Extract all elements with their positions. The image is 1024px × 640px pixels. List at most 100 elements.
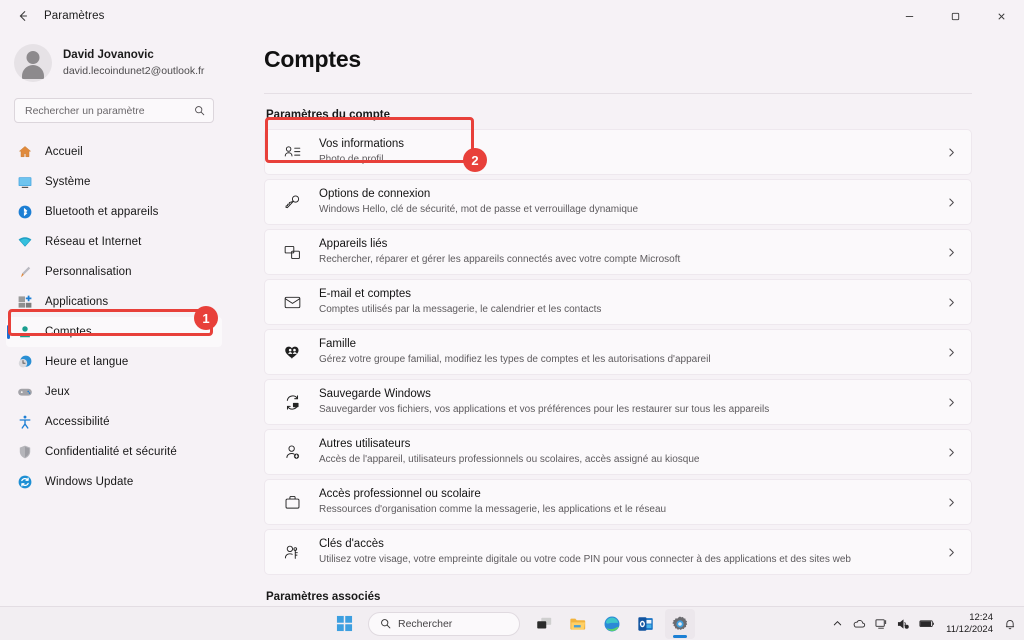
sidebar-item-applications[interactable]: Applications xyxy=(6,287,222,317)
sidebar-item-label: Jeux xyxy=(45,386,70,398)
row-text: Clés d'accès Utilisez votre visage, votr… xyxy=(319,537,946,566)
wifi-icon xyxy=(16,234,33,251)
envelope-icon xyxy=(281,291,303,313)
row-subtitle: Sauvegarder vos fichiers, vos applicatio… xyxy=(319,404,770,416)
sidebar-item-label: Bluetooth et appareils xyxy=(45,206,159,218)
chevron-right-icon xyxy=(946,147,957,158)
row-title: Appareils liés xyxy=(319,238,388,251)
section-title-account-settings: Paramètres du compte xyxy=(266,109,390,121)
settings-window: Paramètres David Jovanovic david.lecoind… xyxy=(0,0,1024,640)
maximize-button[interactable] xyxy=(932,0,978,32)
row-cles-dacces[interactable]: Clés d'accès Utilisez votre visage, votr… xyxy=(264,529,972,575)
cloud-icon[interactable] xyxy=(852,618,866,630)
bell-icon[interactable] xyxy=(1004,618,1016,630)
row-title: Vos informations xyxy=(319,138,405,151)
sidebar-item-windows-update[interactable]: Windows Update xyxy=(6,467,222,497)
taskbar-search[interactable]: Rechercher xyxy=(368,611,520,636)
task-view-icon[interactable] xyxy=(529,609,559,639)
row-acces-professionnel[interactable]: Accès professionnel ou scolaire Ressourc… xyxy=(264,479,972,525)
apps-icon xyxy=(16,294,33,311)
sidebar-item-label: Applications xyxy=(45,296,109,308)
search-container: Rechercher un paramètre xyxy=(0,88,228,129)
row-appareils-lies[interactable]: Appareils liés Rechercher, réparer et gé… xyxy=(264,229,972,275)
row-text: Accès professionnel ou scolaire Ressourc… xyxy=(319,487,946,516)
chevron-up-icon[interactable] xyxy=(832,618,843,629)
page-title: Comptes xyxy=(264,46,362,72)
start-icon[interactable] xyxy=(329,609,359,639)
clock-globe-icon xyxy=(16,354,33,371)
brush-icon xyxy=(16,264,33,281)
accessibility-icon xyxy=(16,414,33,431)
sidebar-item-label: Confidentialité et sécurité xyxy=(45,446,177,458)
row-autres-utilisateurs[interactable]: Autres utilisateurs Accès de l'appareil,… xyxy=(264,429,972,475)
sidebar-item-comptes[interactable]: Comptes xyxy=(6,317,222,347)
key-icon xyxy=(281,191,303,213)
outlook-icon[interactable] xyxy=(631,609,661,639)
row-famille[interactable]: Famille Gérez votre groupe familial, mod… xyxy=(264,329,972,375)
edge-browser-icon[interactable] xyxy=(597,609,627,639)
sidebar-item-confidentialite[interactable]: Confidentialité et sécurité xyxy=(6,437,222,467)
user-profile[interactable]: David Jovanovic david.lecoindunet2@outlo… xyxy=(0,38,228,88)
sidebar-item-systeme[interactable]: Système xyxy=(6,167,222,197)
row-options-de-connexion[interactable]: Options de connexion Windows Hello, clé … xyxy=(264,179,972,225)
gamepad-icon xyxy=(16,384,33,401)
profile-name: David Jovanovic xyxy=(63,49,154,62)
sidebar-item-label: Système xyxy=(45,176,91,188)
taskbar-search-label: Rechercher xyxy=(398,617,453,630)
settings-icon[interactable] xyxy=(665,608,695,639)
sidebar-item-label: Comptes xyxy=(45,326,92,338)
clock[interactable]: 12:24 11/12/2024 xyxy=(946,612,993,636)
briefcase-icon xyxy=(281,491,303,513)
user-avatar-icon xyxy=(14,44,52,82)
sidebar-item-label: Heure et langue xyxy=(45,356,129,368)
section-title-related: Paramètres associés xyxy=(266,591,381,603)
sidebar-item-accueil[interactable]: Accueil xyxy=(6,137,222,167)
sidebar-item-jeux[interactable]: Jeux xyxy=(6,377,222,407)
header-divider xyxy=(264,93,972,94)
sidebar-item-label: Personnalisation xyxy=(45,266,132,278)
row-vos-informations[interactable]: Vos informations Photo de profil xyxy=(264,129,972,175)
minimize-button[interactable] xyxy=(886,0,932,32)
window-controls xyxy=(886,0,1024,32)
row-title: Autres utilisateurs xyxy=(319,438,411,451)
chevron-right-icon xyxy=(946,397,957,408)
backup-icon xyxy=(281,391,303,413)
row-sauvegarde-windows[interactable]: Sauvegarde Windows Sauvegarder vos fichi… xyxy=(264,379,972,425)
chevron-right-icon xyxy=(946,197,957,208)
passkey-icon xyxy=(281,541,303,563)
row-title: E-mail et comptes xyxy=(319,288,412,301)
annotation-badge-2: 2 xyxy=(463,148,487,172)
sidebar-item-personnalisation[interactable]: Personnalisation xyxy=(6,257,222,287)
search-input[interactable]: Rechercher un paramètre xyxy=(14,98,214,123)
row-title: Sauvegarde Windows xyxy=(319,388,431,401)
taskbar-center-group: Rechercher xyxy=(329,608,695,639)
sidebar-item-label: Windows Update xyxy=(45,476,134,488)
sidebar-item-reseau[interactable]: Réseau et Internet xyxy=(6,227,222,257)
close-button[interactable] xyxy=(978,0,1024,32)
back-arrow-icon[interactable] xyxy=(6,1,40,31)
sidebar-item-accessibilite[interactable]: Accessibilité xyxy=(6,407,222,437)
file-explorer-icon[interactable] xyxy=(563,609,593,639)
row-subtitle: Photo de profil xyxy=(319,154,384,166)
row-email-et-comptes[interactable]: E-mail et comptes Comptes utilisés par l… xyxy=(264,279,972,325)
network-icon[interactable] xyxy=(875,618,888,630)
home-icon xyxy=(16,144,33,161)
row-subtitle: Windows Hello, clé de sécurité, mot de p… xyxy=(319,204,639,216)
volume-icon[interactable] xyxy=(897,618,910,630)
window-title: Paramètres xyxy=(44,10,105,22)
row-subtitle: Rechercher, réparer et gérer les apparei… xyxy=(319,254,681,266)
battery-icon[interactable] xyxy=(919,618,935,629)
sidebar-item-bluetooth[interactable]: Bluetooth et appareils xyxy=(6,197,222,227)
row-text: Vos informations Photo de profil xyxy=(319,137,946,166)
chevron-right-icon xyxy=(946,347,957,358)
row-subtitle: Utilisez votre visage, votre empreinte d… xyxy=(319,554,851,566)
bluetooth-icon xyxy=(16,204,33,221)
row-subtitle: Comptes utilisés par la messagerie, le c… xyxy=(319,304,602,316)
row-text: Famille Gérez votre groupe familial, mod… xyxy=(319,337,946,366)
chevron-right-icon xyxy=(946,447,957,458)
row-title: Accès professionnel ou scolaire xyxy=(319,488,481,501)
row-title: Options de connexion xyxy=(319,188,431,201)
search-icon xyxy=(380,618,391,629)
sidebar-item-heure[interactable]: Heure et langue xyxy=(6,347,222,377)
annotation-badge-1: 1 xyxy=(194,306,218,330)
